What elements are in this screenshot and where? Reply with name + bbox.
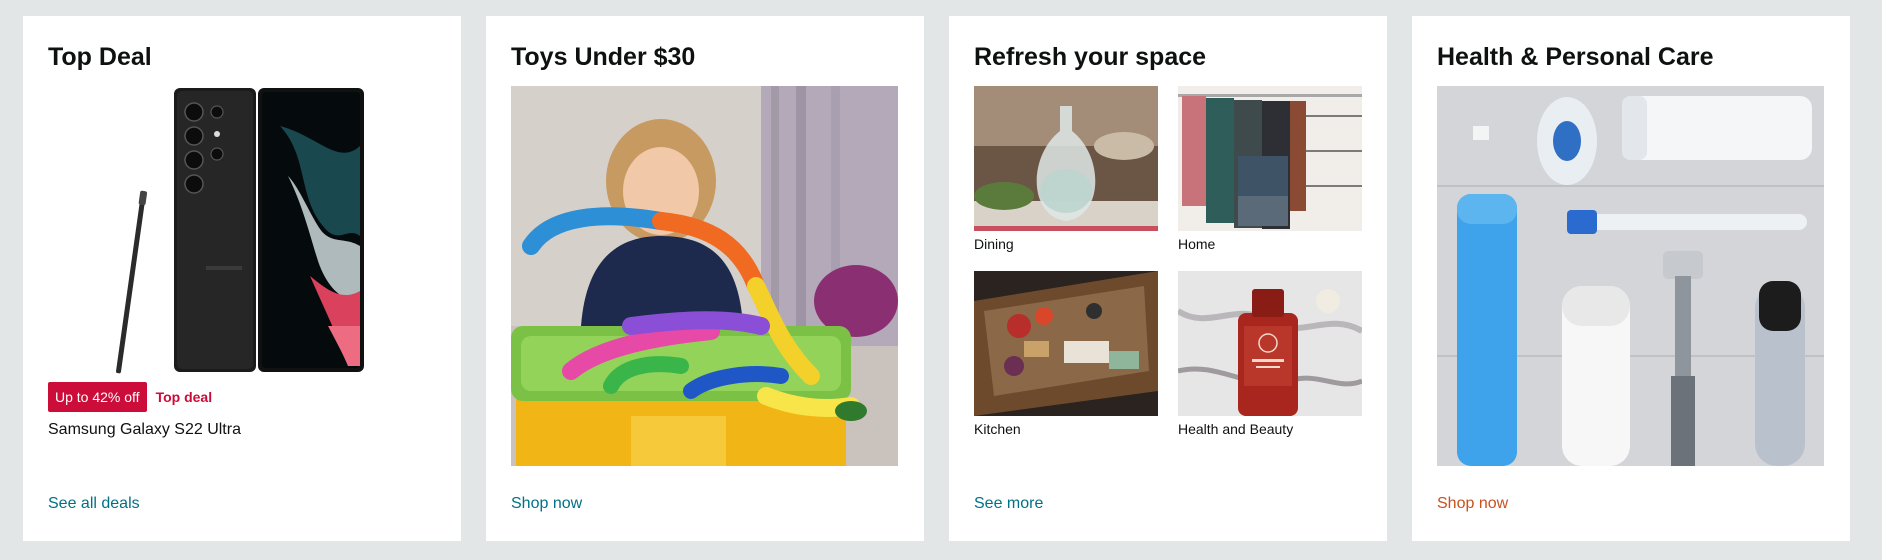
see-all-deals-link[interactable]: See all deals <box>48 495 140 513</box>
dining-image <box>974 86 1158 231</box>
category-grid: Dining Home Kitchen Health and Beauty <box>974 86 1362 437</box>
card-row: Top Deal Up to 42% off Top deal Samsung … <box>23 16 1850 541</box>
toys-card: Toys Under $30 Shop now <box>486 16 924 541</box>
health-personal-care-image[interactable] <box>1437 86 1824 466</box>
category-label: Dining <box>974 236 1014 252</box>
card-title: Toys Under $30 <box>511 43 696 71</box>
card-title: Top Deal <box>48 43 152 71</box>
category-dining[interactable]: Dining <box>974 86 1158 252</box>
top-deal-card: Top Deal Up to 42% off Top deal Samsung … <box>23 16 461 541</box>
card-title: Refresh your space <box>974 43 1207 71</box>
shop-now-link[interactable]: Shop now <box>511 495 582 513</box>
category-kitchen[interactable]: Kitchen <box>974 271 1158 437</box>
category-health-and-beauty[interactable]: Health and Beauty <box>1178 271 1362 437</box>
see-more-link[interactable]: See more <box>974 495 1043 513</box>
product-name[interactable]: Samsung Galaxy S22 Ultra <box>48 421 436 439</box>
deal-badge-row: Up to 42% off Top deal <box>48 382 436 412</box>
discount-badge[interactable]: Up to 42% off <box>48 382 147 412</box>
health-personal-care-card: Health & Personal Care Shop now <box>1412 16 1850 541</box>
category-label: Home <box>1178 236 1216 252</box>
category-home[interactable]: Home <box>1178 86 1362 252</box>
health-and-beauty-image <box>1178 271 1362 416</box>
refresh-your-space-card: Refresh your space Dining Home Kitchen H… <box>949 16 1387 541</box>
home-image <box>1178 86 1362 231</box>
product-image-samsung-galaxy-s22-ultra[interactable] <box>48 86 435 376</box>
category-label: Kitchen <box>974 421 1021 437</box>
card-title: Health & Personal Care <box>1437 43 1714 71</box>
category-label: Health and Beauty <box>1178 421 1294 437</box>
toys-promo-image[interactable] <box>511 86 898 466</box>
shop-now-link[interactable]: Shop now <box>1437 495 1508 513</box>
top-deal-label: Top deal <box>155 389 213 405</box>
kitchen-image <box>974 271 1158 416</box>
